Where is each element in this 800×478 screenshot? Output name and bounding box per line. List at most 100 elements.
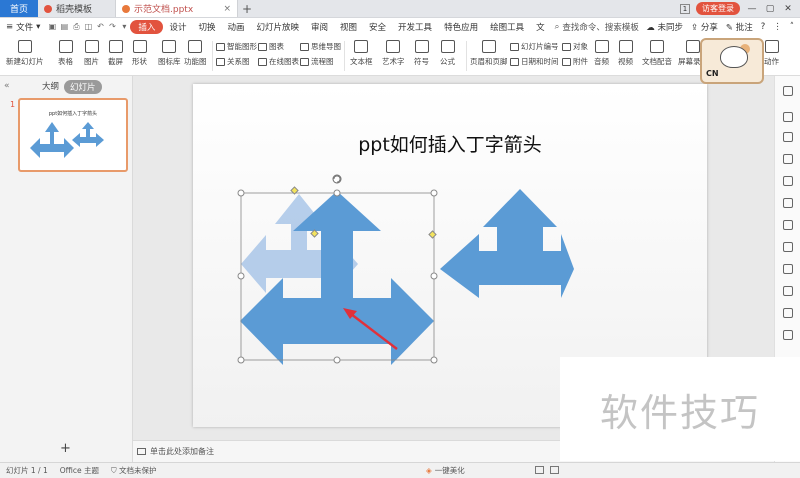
t-arrow-right[interactable] (440, 189, 574, 298)
sync-status[interactable]: ☁ 未同步 (646, 21, 683, 33)
sidebar-copy-icon[interactable] (783, 112, 793, 122)
chart-button[interactable]: 图表 (258, 41, 284, 52)
sidebar-brush-icon[interactable] (783, 154, 793, 164)
selection-handle[interactable] (237, 272, 245, 280)
doc-protection[interactable]: ⛉ 文档未保护 (111, 465, 157, 476)
new-slide-button[interactable]: 新建幻灯片 (6, 40, 44, 67)
sidebar-up-icon[interactable] (783, 86, 793, 96)
icon-library-button[interactable]: 图标库 (158, 40, 181, 67)
close-tab-icon[interactable]: × (223, 4, 231, 14)
tabbar-right: 1 访客登录 — ▢ ✕ (680, 0, 800, 17)
selection-handle[interactable] (430, 356, 438, 364)
slides-tab[interactable]: 幻灯片 (64, 80, 102, 94)
document-tab[interactable]: 示范文档.pptx × (116, 0, 238, 17)
theme-name[interactable]: Office 主题 (60, 465, 99, 476)
table-button[interactable]: 表格 (58, 40, 73, 67)
tab-features[interactable]: 特色应用 (438, 21, 484, 33)
action-button[interactable]: 动作 (764, 40, 779, 67)
picture-button[interactable]: 图片 (84, 40, 99, 67)
new-tab-button[interactable]: + (238, 0, 256, 17)
sidebar-list-icon[interactable] (783, 264, 793, 274)
doc-dub-button[interactable]: 文档配音 (642, 40, 672, 67)
export-pdf-icon[interactable]: ▤ (58, 22, 70, 31)
selection-handle[interactable] (430, 272, 438, 280)
sidebar-lock-icon[interactable] (783, 286, 793, 296)
mind-map-button[interactable]: 思维导图 (300, 41, 341, 52)
template-tab[interactable]: 稻壳模板 (38, 0, 116, 17)
beautify-button[interactable]: ◈ 一键美化 (426, 465, 465, 476)
audio-button[interactable]: 音频 (594, 40, 609, 67)
tab-insert[interactable]: 插入 (130, 19, 164, 34)
adjust-handle[interactable] (310, 229, 319, 238)
normal-view-icon[interactable] (535, 466, 544, 474)
quick-access-chevron-icon[interactable]: ▾ (118, 22, 130, 31)
redo-icon[interactable]: ↷ (106, 22, 118, 31)
online-chart-button[interactable]: 在线图表 (258, 56, 299, 67)
outline-tab[interactable]: 大纲 (42, 80, 59, 92)
command-search[interactable]: ⌕ 查找命令、搜索模板 (551, 21, 639, 33)
attachment-button[interactable]: 附件 (562, 56, 588, 67)
date-time-button[interactable]: 日期和时间 (510, 56, 559, 67)
sidebar-star-icon[interactable] (783, 198, 793, 208)
tab-slideshow[interactable]: 幻灯片放映 (250, 21, 305, 33)
sidebar-chart-icon[interactable] (783, 220, 793, 230)
mascot-widget[interactable]: CN (700, 38, 764, 84)
sidebar-share-icon[interactable] (783, 242, 793, 252)
save-icon[interactable]: ▣ (46, 22, 58, 31)
annotate-button[interactable]: ✎ 批注 (726, 21, 753, 33)
tab-developer[interactable]: 开发工具 (392, 21, 438, 33)
selection-handle[interactable] (237, 189, 245, 197)
video-icon (618, 40, 633, 53)
screenshot-button[interactable]: 截屏 (108, 40, 123, 67)
slide-sorter-icon[interactable] (550, 466, 559, 474)
tab-review[interactable]: 审阅 (305, 21, 334, 33)
smart-art-button[interactable]: 智能图形 (216, 41, 257, 52)
video-button[interactable]: 视频 (618, 40, 633, 67)
tab-animation[interactable]: 动画 (221, 21, 250, 33)
sidebar-grid-icon[interactable] (783, 308, 793, 318)
tab-view[interactable]: 视图 (334, 21, 363, 33)
share-button[interactable]: ⇪ 分享 (691, 21, 718, 33)
undo-icon[interactable]: ↶ (94, 22, 106, 31)
collapse-panel-icon[interactable]: « (4, 81, 10, 91)
tab-design[interactable]: 设计 (163, 21, 192, 33)
close-window-button[interactable]: ✕ (782, 4, 794, 14)
textbox-button[interactable]: 文本框 (350, 40, 373, 67)
slide-thumbnail[interactable]: ppt如何插入丁字箭头 (18, 98, 128, 172)
relation-chart-button[interactable]: 关系图 (216, 56, 250, 67)
adjust-handle[interactable] (428, 230, 437, 239)
maximize-button[interactable]: ▢ (764, 4, 776, 14)
symbol-button[interactable]: 符号 (414, 40, 429, 67)
slide-number-button[interactable]: 幻灯片编号 (510, 41, 559, 52)
guest-login-button[interactable]: 访客登录 (696, 2, 740, 15)
shape-button[interactable]: 形状 (132, 40, 147, 67)
formula-button[interactable]: 公式 (440, 40, 455, 67)
function-chart-button[interactable]: 功能图 (184, 40, 207, 67)
tab-text-tools[interactable]: 文 (530, 21, 551, 33)
tab-drawing-tools[interactable]: 绘图工具 (484, 21, 530, 33)
minimize-button[interactable]: — (746, 4, 758, 14)
art-text-button[interactable]: 艺术字 (382, 40, 405, 67)
tab-transition[interactable]: 切换 (192, 21, 221, 33)
header-footer-button[interactable]: 页眉和页脚 (470, 40, 508, 67)
table-label: 表格 (58, 57, 73, 66)
sidebar-settings-icon[interactable] (783, 176, 793, 186)
more-icon[interactable]: ⋮ (773, 22, 782, 32)
selection-handle[interactable] (237, 356, 245, 364)
selection-handle[interactable] (430, 189, 438, 197)
add-slide-button[interactable]: + (60, 441, 71, 456)
selection-handle[interactable] (333, 356, 341, 364)
sidebar-magic-icon[interactable] (783, 330, 793, 340)
file-menu[interactable]: ≡ 文件 ▾ (0, 21, 46, 33)
help-icon[interactable]: ? (761, 22, 766, 32)
collapse-ribbon-icon[interactable]: ˄ (790, 22, 794, 32)
window-count-badge[interactable]: 1 (680, 3, 690, 14)
print-icon[interactable]: ⎙ (70, 22, 82, 32)
sidebar-shape-icon[interactable] (783, 132, 793, 142)
tab-security[interactable]: 安全 (363, 21, 392, 33)
selection-handle[interactable] (333, 189, 341, 197)
object-button[interactable]: 对象 (562, 41, 588, 52)
preview-icon[interactable]: ◫ (82, 22, 94, 31)
flow-chart-button[interactable]: 流程图 (300, 56, 334, 67)
home-tab[interactable]: 首页 (0, 0, 38, 17)
